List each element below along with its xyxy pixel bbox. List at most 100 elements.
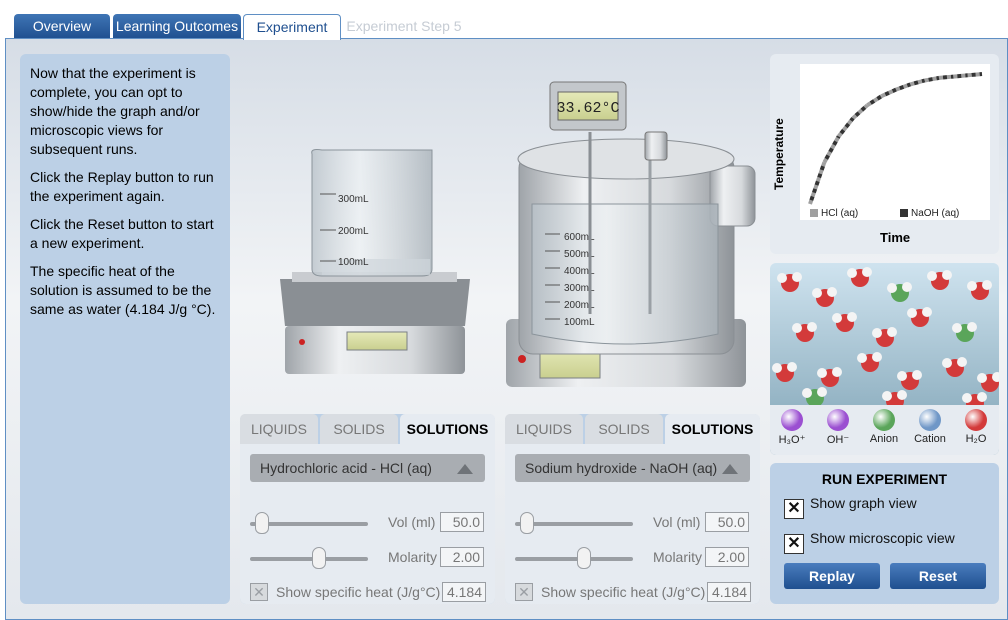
run-title: RUN EXPERIMENT (821, 471, 948, 487)
molarity-slider-knob[interactable] (312, 547, 327, 569)
tab-overview[interactable]: Overview (14, 14, 110, 39)
graph-panel: Temperature HCl (aq) NaOH (aq) Time (770, 54, 999, 254)
graph-plot: HCl (aq) NaOH (aq) (800, 64, 990, 220)
hydrogen-atom (847, 312, 857, 322)
hydrogen-atom (817, 387, 827, 397)
ion-anion: Anion (864, 409, 904, 445)
ion-label: OH⁻ (826, 434, 850, 446)
hydrogen-atom (902, 282, 912, 292)
ion-label: Anion (869, 433, 899, 445)
legend-swatch (810, 209, 818, 217)
molecule-scene (772, 267, 999, 412)
ion-label: H₂O (965, 433, 987, 445)
specific-heat-checkbox[interactable]: ✕ (250, 583, 268, 601)
graph-x-label: Time (880, 230, 911, 245)
volume-slider-knob[interactable] (520, 512, 535, 534)
instruction-text: Click the Replay button to run the exper… (30, 169, 214, 204)
ion-water: H₂O (956, 409, 996, 445)
hydrogen-atom (942, 358, 952, 368)
beaker-mark: 100mL (338, 257, 369, 268)
molarity-slider[interactable] (250, 557, 368, 561)
tab-liquids[interactable]: LIQUIDS (505, 414, 583, 444)
ion-label: H₃O⁺ (778, 434, 806, 446)
hydrogen-atom (872, 328, 882, 338)
hydrogen-atom (787, 362, 797, 372)
molarity-label: Molarity (653, 549, 703, 565)
hydrogen-atom (807, 322, 817, 332)
show-micro-label: Show microscopic view (810, 530, 955, 546)
tab-solutions[interactable]: SOLUTIONS (665, 414, 760, 444)
thermometer-reading: 33.62°C (556, 100, 619, 117)
specific-heat-value: 4.184 (707, 582, 751, 602)
show-micro-option[interactable]: ✕ Show microscopic view (784, 530, 955, 554)
hydrogen-atom (832, 367, 842, 377)
balance-scale (280, 272, 470, 374)
hydrogen-atom (827, 287, 837, 297)
reset-button[interactable]: Reset (890, 563, 986, 589)
instruction-text: Click the Reset button to start a new ex… (30, 216, 214, 251)
hydrogen-atom (882, 391, 892, 401)
calorimeter-mark: 100mL (564, 317, 595, 328)
molarity-slider-knob[interactable] (577, 547, 592, 569)
tab-solutions[interactable]: SOLUTIONS (400, 414, 495, 444)
hydrogen-atom (772, 363, 782, 373)
hydrogen-atom (857, 353, 867, 363)
specific-heat-label: Show specific heat (J/g°C) (276, 584, 441, 600)
molarity-value: 2.00 (705, 547, 749, 567)
replay-button[interactable]: Replay (784, 563, 880, 589)
legend-swatch (900, 209, 908, 217)
cation-icon (919, 409, 941, 431)
molarity-value: 2.00 (440, 547, 484, 567)
specific-heat-label: Show specific heat (J/g°C) (541, 584, 706, 600)
show-graph-option[interactable]: ✕ Show graph view (784, 495, 917, 519)
hydrogen-atom (912, 370, 922, 380)
hydrogen-atom (897, 371, 907, 381)
tab-liquids[interactable]: LIQUIDS (240, 414, 318, 444)
hydrogen-atom (922, 307, 932, 317)
hydrogen-atom (812, 288, 822, 298)
triangle-up-icon (722, 464, 738, 474)
temperature-chart (808, 72, 983, 205)
tab-learning-outcomes[interactable]: Learning Outcomes (113, 14, 241, 39)
tab-solids[interactable]: SOLIDS (320, 414, 398, 444)
volume-label: Vol (ml) (388, 514, 436, 530)
hydrogen-atom (872, 352, 882, 362)
hydrogen-atom (832, 313, 842, 323)
legend-label: HCl (aq) (821, 208, 859, 219)
series-line-segment (851, 103, 869, 120)
solution-dropdown[interactable]: Sodium hydroxide - NaOH (aq) (515, 454, 750, 482)
run-experiment-panel: RUN EXPERIMENT ✕ Show graph view ✕ Show mi… (770, 463, 999, 604)
molarity-slider[interactable] (515, 557, 633, 561)
hydrogen-atom (977, 392, 987, 402)
tab-solids[interactable]: SOLIDS (585, 414, 663, 444)
hydrogen-atom (927, 271, 937, 281)
tab-experiment[interactable]: Experiment (243, 14, 341, 40)
solution-dropdown[interactable]: Hydrochloric acid - HCl (aq) (250, 454, 485, 482)
instruction-text: Now that the experiment is complete, you… (30, 65, 200, 157)
show-micro-checkbox[interactable]: ✕ (784, 534, 804, 554)
hydrogen-atom (792, 323, 802, 333)
legend-item-naoh: NaOH (aq) (900, 208, 959, 219)
legend-label: NaOH (aq) (911, 208, 960, 219)
small-beaker[interactable]: 300mL 200mL 100mL (311, 149, 433, 277)
hydrogen-atom (887, 283, 897, 293)
dropdown-value: Hydrochloric acid - HCl (aq) (260, 460, 432, 476)
hydrogen-atom (967, 281, 977, 291)
app: Overview Learning Outcomes Experiment Ex… (0, 0, 1008, 620)
instruction-text: The specific heat of the solution is ass… (30, 263, 216, 317)
ion-cation: Cation (910, 409, 950, 445)
volume-slider-knob[interactable] (255, 512, 270, 534)
ion-legend: H₃O⁺ OH⁻ Anion Cation H₂O (770, 405, 999, 455)
microscopic-view: H₃O⁺ OH⁻ Anion Cation H₂O (770, 263, 999, 455)
hydrogen-atom (792, 272, 802, 282)
show-graph-checkbox[interactable]: ✕ (784, 499, 804, 519)
hydrogen-atom (977, 373, 987, 383)
hydrogen-atom (962, 393, 972, 403)
solution-panel-left: LIQUIDS SOLIDS SOLUTIONS Hydrochloric ac… (240, 414, 495, 604)
specific-heat-checkbox[interactable]: ✕ (515, 583, 533, 601)
hydronium-icon (781, 409, 803, 431)
hydroxide-icon (827, 409, 849, 431)
hydrogen-atom (967, 322, 977, 332)
ion-label: Cation (914, 433, 946, 445)
hydrogen-atom (802, 388, 812, 398)
